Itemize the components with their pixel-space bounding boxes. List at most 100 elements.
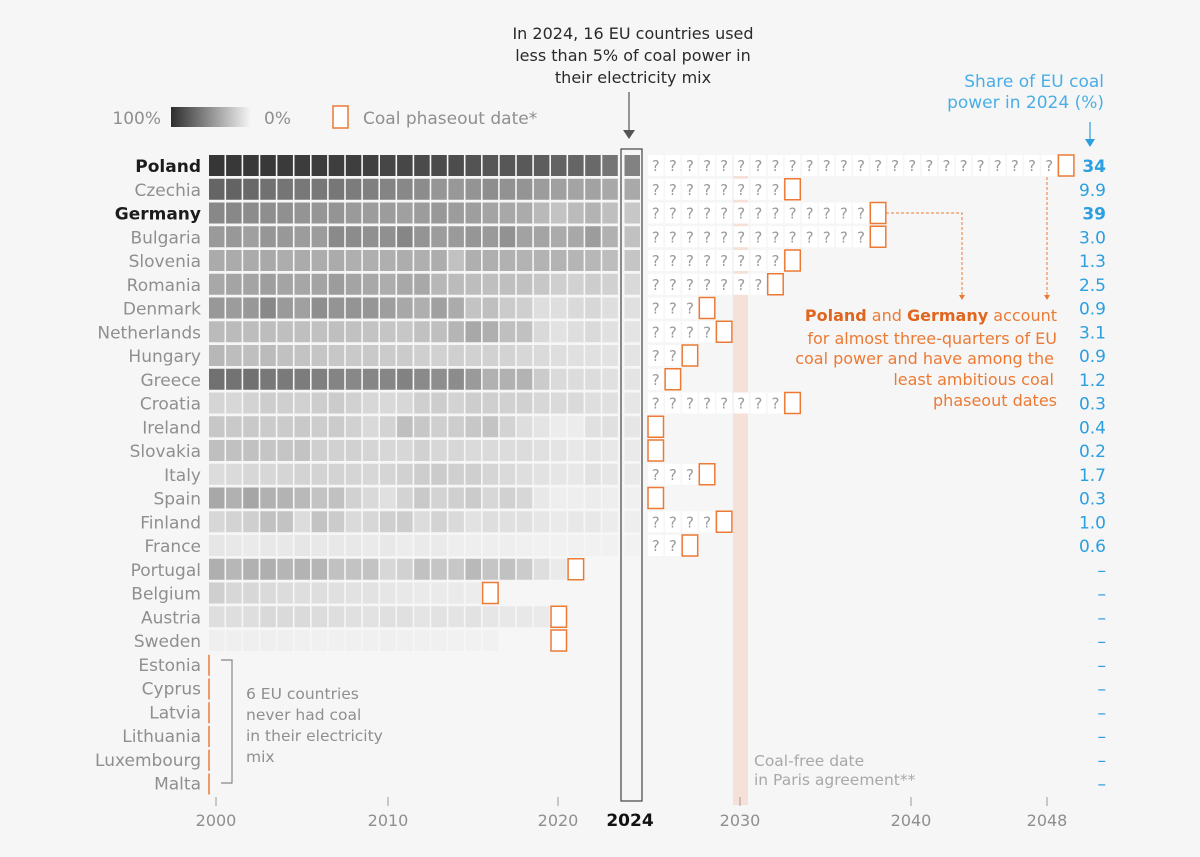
heat-cell-poland-2000 [209, 155, 225, 176]
phaseout-box-sweden [550, 629, 568, 652]
heat-cell-france-2018 [516, 535, 533, 556]
orange-and: and [867, 306, 907, 325]
heat-cell-hungary-2022 [585, 345, 601, 366]
heat-cell-romania-2007 [328, 273, 345, 295]
heat-cell-hungary-2013 [431, 345, 447, 366]
share-value-germany: 39 [1082, 205, 1106, 225]
heat-cell-belgium-2009 [362, 582, 379, 604]
heat-cell-sweden-2006 [311, 630, 328, 651]
heat-cell-poland-2005 [294, 155, 310, 176]
heat-cell-finland-2009 [362, 511, 379, 533]
unknown-mark-romania-2025: ? [652, 276, 660, 294]
heat-cell-poland-2018 [516, 155, 533, 176]
heat-cell-spain-2015 [465, 487, 481, 509]
heat-cell-france-2023 [602, 535, 618, 556]
heat-cell-slovenia-2008 [345, 250, 362, 271]
heat-cell-ireland-2023 [602, 416, 618, 438]
heat-cell-slovakia-2022 [585, 440, 601, 461]
heat-cell-poland-2012 [414, 155, 430, 176]
heat-cell-denmark-2015 [465, 297, 481, 319]
heat-cell-portugal-2000 [209, 558, 225, 580]
heat-cell-czechia-2014 [448, 178, 464, 200]
heat-cell-croatia-2016 [482, 392, 499, 414]
heat-cell-netherlands-2018 [516, 321, 533, 343]
unknown-mark-bulgaria-2035: ? [823, 228, 831, 246]
share-value-sweden: – [1098, 632, 1107, 652]
heat-cell-france-2021 [568, 535, 584, 556]
heat-cell-poland-2020 [551, 155, 567, 176]
heat-cell-slovakia-2007 [328, 440, 345, 461]
heat-cell-spain-2008 [345, 487, 362, 509]
country-labels: Poland Czechia Germany Bulgaria Slovenia Roma… [95, 157, 201, 795]
heat-cell-greece-2018 [516, 368, 533, 390]
heat-cell-portugal-2002 [243, 558, 259, 580]
heat-cell-spain-2023 [602, 487, 618, 509]
heat-cell-poland-2021 [568, 155, 584, 176]
heat-cell-sweden-2008 [345, 630, 362, 651]
share-value-luxembourg: – [1098, 751, 1107, 771]
share-value-belgium: – [1098, 585, 1107, 605]
unknown-mark-czechia-2028: ? [703, 181, 711, 199]
heat-cell-germany-2007 [328, 202, 345, 224]
top-annotation-line-1: In 2024, 16 EU countries used [512, 24, 753, 43]
heat-cell-slovakia-2015 [465, 440, 481, 461]
heat-cell-austria-2013 [431, 606, 447, 628]
heat-cell-denmark-2004 [277, 297, 293, 319]
heat-cell-spain-2001 [226, 487, 242, 509]
phaseout-box-france [681, 534, 699, 557]
heat-cell-greece-2019 [533, 368, 550, 390]
unknown-mark-germany-2029: ? [720, 205, 728, 223]
heat-cell-belgium-2014 [448, 582, 464, 604]
heat-cell-ireland-2000 [209, 416, 225, 438]
unknown-mark-croatia-2029: ? [720, 395, 728, 413]
heat-cell-finland-2005 [294, 511, 310, 533]
heat-cell-slovenia-2017 [499, 250, 516, 271]
unknown-mark-croatia-2030: ? [737, 395, 745, 413]
heat-cell-greece-2002 [243, 368, 259, 390]
heat-cell-greece-2010 [380, 368, 396, 390]
heat-cell-portugal-2019 [533, 558, 550, 580]
country-label-slovenia: Slovenia [129, 252, 201, 272]
heat-cell-croatia-2017 [499, 392, 516, 414]
unknown-mark-bulgaria-2026: ? [669, 228, 677, 246]
unknown-mark-germany-2025: ? [652, 205, 660, 223]
country-label-italy: Italy [164, 466, 201, 486]
unknown-mark-finland-2027: ? [686, 513, 694, 531]
unknown-mark-slovenia-2029: ? [720, 252, 728, 270]
heat-cell-portugal-2001 [226, 558, 242, 580]
heat-cell-netherlands-2013 [431, 321, 447, 343]
unknown-mark-poland-2038: ? [874, 157, 882, 175]
heat-cell-france-2008 [345, 535, 362, 556]
country-label-ireland: Ireland [142, 418, 201, 438]
unknown-mark-germany-2032: ? [771, 205, 779, 223]
x-axis: 2000 2010 2020 2024 2030 2040 2048 [196, 797, 1067, 831]
heat-cell-slovenia-2010 [380, 250, 396, 271]
heat-cell-romania-2019 [533, 273, 550, 295]
heat-cell-poland-2015 [465, 155, 481, 176]
heat-cell-romania-2017 [499, 273, 516, 295]
heat-cell-poland-2004 [277, 155, 293, 176]
heat-cell-hungary-2001 [226, 345, 242, 366]
unknown-mark-bulgaria-2025: ? [652, 228, 660, 246]
heat-cell-bulgaria-2007 [328, 226, 345, 248]
heat-cell-bulgaria-2006 [311, 226, 328, 248]
heat-cell-italy-2018 [516, 463, 533, 485]
heat-cell-denmark-2007 [328, 297, 345, 319]
top-annotation: In 2024, 16 EU countries used less than … [512, 24, 754, 139]
heat-cell-sweden-2009 [362, 630, 379, 651]
heat-cell-hungary-2009 [362, 345, 379, 366]
heat-cell-czechia-2013 [431, 178, 447, 200]
heat-cell-ireland-2015 [465, 416, 481, 438]
heat-cell-greece-2021 [568, 368, 584, 390]
heat-cell-austria-2016 [482, 606, 499, 628]
heat-cell-italy-2012 [414, 463, 430, 485]
heat-cell-denmark-2006 [311, 297, 328, 319]
heat-cell-spain-2012 [414, 487, 430, 509]
heat-cell-slovenia-2006 [311, 250, 328, 271]
heat-cell-spain-2005 [294, 487, 310, 509]
unknown-mark-slovenia-2026: ? [669, 252, 677, 270]
heat-cell-france-2007 [328, 535, 345, 556]
heat-cell-romania-2013 [431, 273, 447, 295]
heat-cell-netherlands-2016 [482, 321, 499, 343]
legend-phaseout-icon [332, 105, 349, 129]
